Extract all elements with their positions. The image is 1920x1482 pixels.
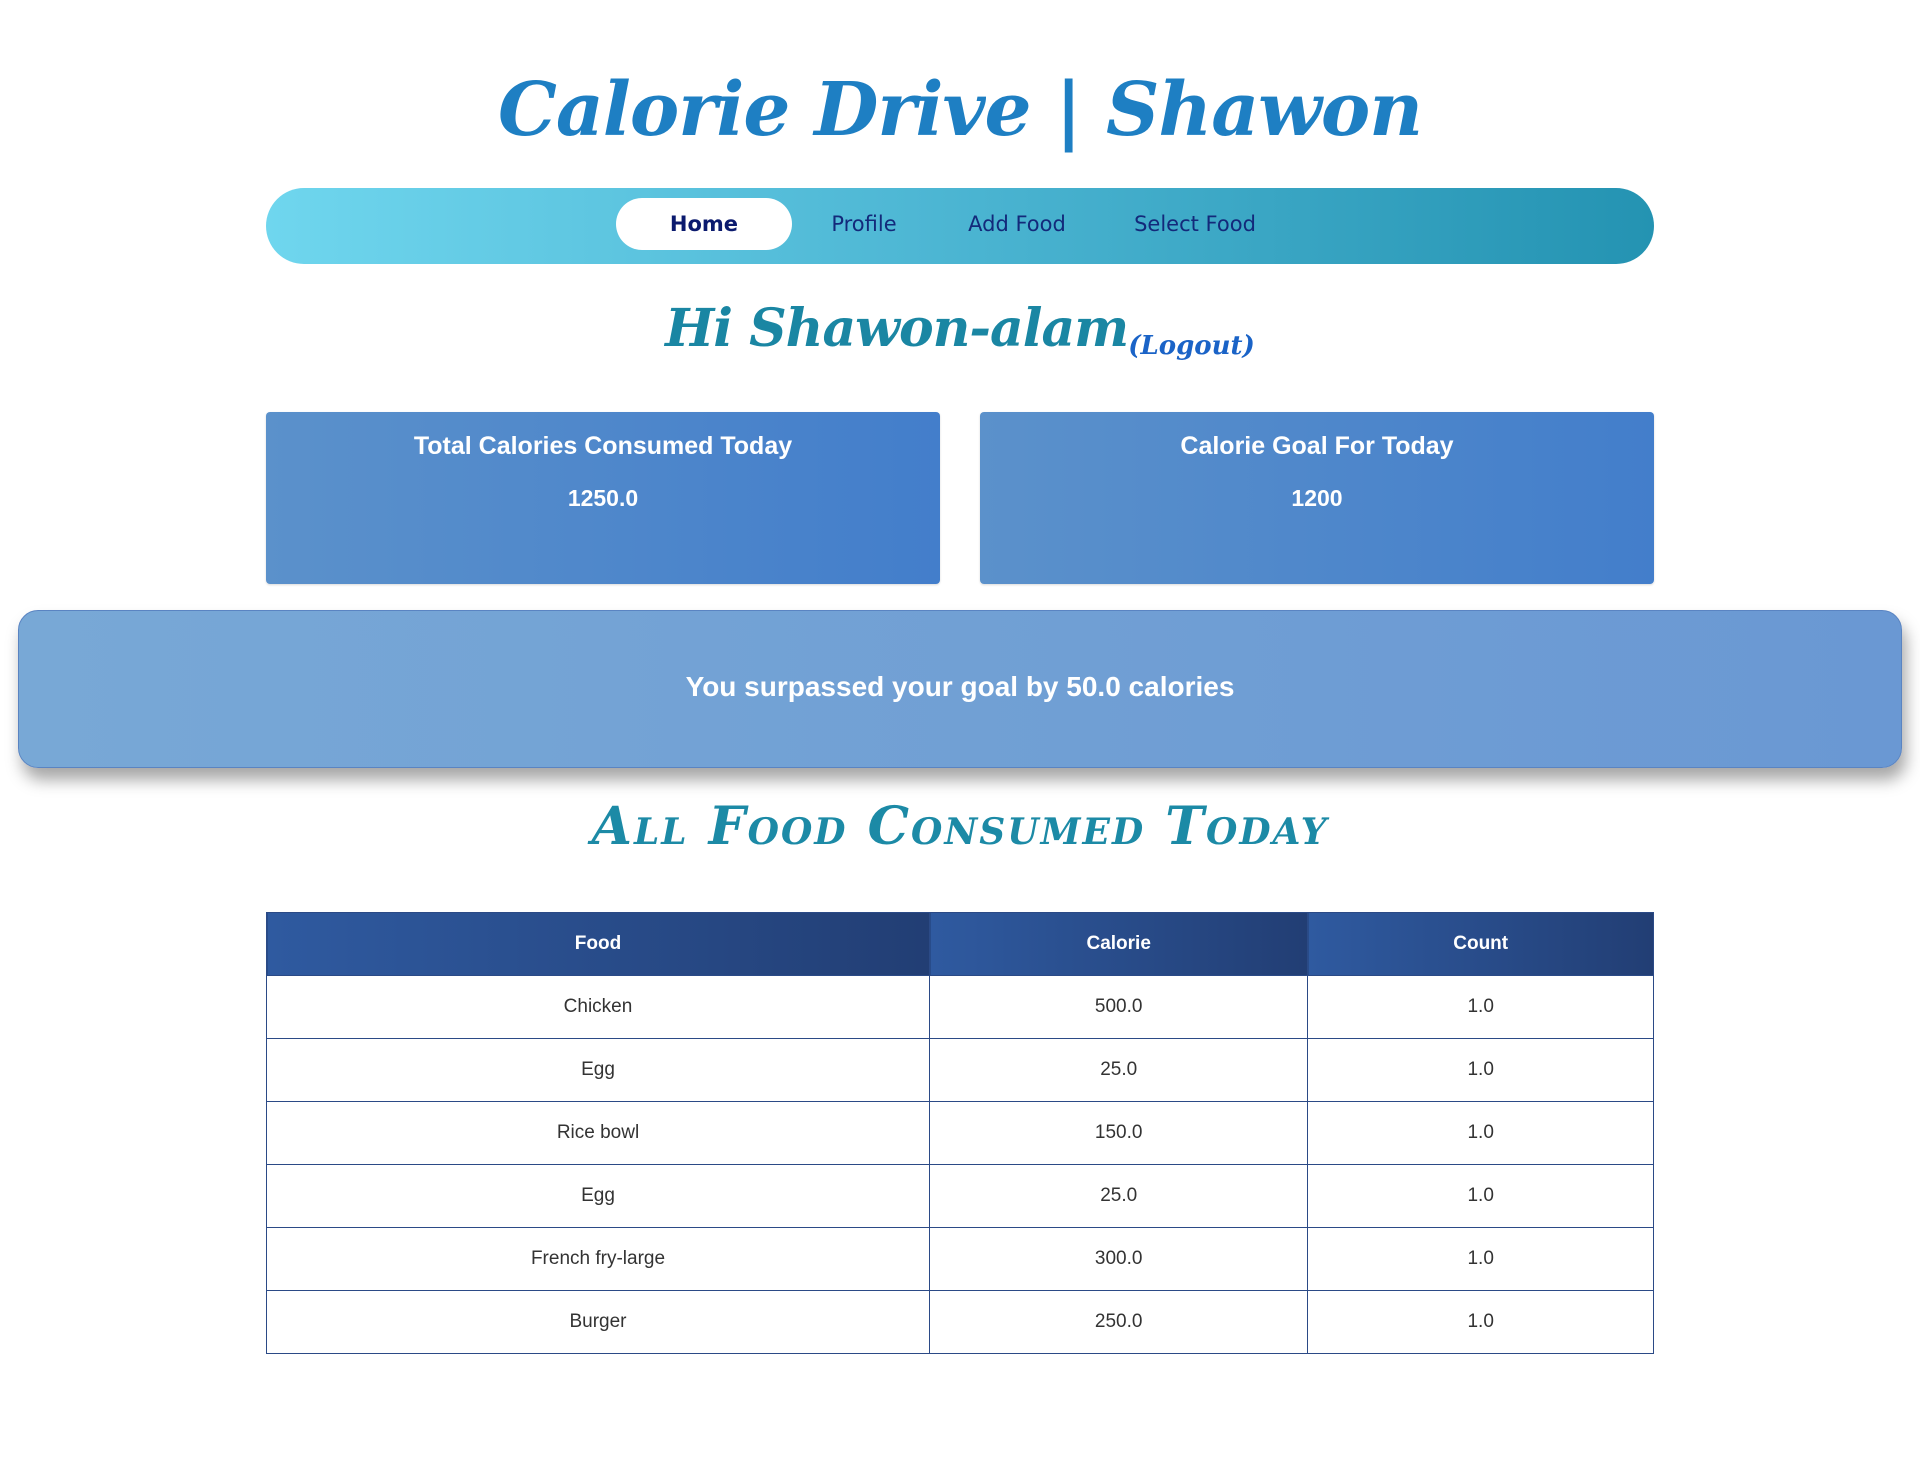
goal-value: 1200 bbox=[1291, 485, 1343, 511]
cell-count: 1.0 bbox=[1307, 1164, 1654, 1228]
navbar: Home Profile Add Food Select Food bbox=[266, 188, 1654, 264]
cell-calorie: 25.0 bbox=[929, 1164, 1309, 1228]
cell-count: 1.0 bbox=[1307, 1227, 1654, 1291]
consumed-card: Total Calories Consumed Today 1250.0 bbox=[266, 412, 940, 584]
column-header-count: Count bbox=[1307, 912, 1654, 976]
greeting-text: Hi Shawon-alam bbox=[665, 298, 1129, 359]
food-section-title: All Food Consumed Today bbox=[591, 796, 1329, 857]
logout-link[interactable]: (Logout) bbox=[1128, 331, 1255, 361]
nav-add-food[interactable]: Add Food bbox=[942, 198, 1092, 250]
cell-count: 1.0 bbox=[1307, 975, 1654, 1039]
table-row: Egg 25.0 1.0 bbox=[265, 1164, 1654, 1228]
cell-calorie: 300.0 bbox=[929, 1227, 1309, 1291]
cell-food: Burger bbox=[265, 1290, 931, 1354]
table-row: Rice bowl 150.0 1.0 bbox=[265, 1101, 1654, 1165]
cell-food: Rice bowl bbox=[265, 1101, 931, 1165]
cell-calorie: 250.0 bbox=[929, 1290, 1309, 1354]
consumed-label: Total Calories Consumed Today bbox=[413, 432, 793, 460]
cell-calorie: 500.0 bbox=[929, 975, 1309, 1039]
goal-label: Calorie Goal For Today bbox=[1180, 432, 1454, 460]
column-header-calorie: Calorie bbox=[929, 912, 1309, 976]
table-row: Egg 25.0 1.0 bbox=[265, 1038, 1654, 1102]
goal-card: Calorie Goal For Today 1200 bbox=[980, 412, 1654, 584]
cell-food: French fry-large bbox=[265, 1227, 931, 1291]
cell-food: Egg bbox=[265, 1038, 931, 1102]
cell-food: Chicken bbox=[265, 975, 931, 1039]
table-row: French fry-large 300.0 1.0 bbox=[265, 1227, 1654, 1291]
nav-profile[interactable]: Profile bbox=[800, 198, 928, 250]
nav-select-food[interactable]: Select Food bbox=[1106, 198, 1284, 250]
cell-calorie: 150.0 bbox=[929, 1101, 1309, 1165]
column-header-food: Food bbox=[265, 912, 931, 976]
cell-count: 1.0 bbox=[1307, 1290, 1654, 1354]
cell-food: Egg bbox=[265, 1164, 931, 1228]
site-title: Calorie Drive | Shawon bbox=[497, 67, 1423, 153]
nav-home[interactable]: Home bbox=[616, 198, 792, 250]
goal-alert-banner: You surpassed your goal by 50.0 calories bbox=[18, 610, 1902, 768]
cell-count: 1.0 bbox=[1307, 1038, 1654, 1102]
food-table: Food Calorie Count Chicken 500.0 1.0 Egg… bbox=[265, 912, 1654, 1354]
consumed-value: 1250.0 bbox=[567, 485, 639, 511]
cell-calorie: 25.0 bbox=[929, 1038, 1309, 1102]
table-header-row: Food Calorie Count bbox=[265, 912, 1654, 976]
greeting: Hi Shawon-alam(Logout) bbox=[0, 298, 1920, 361]
page: Calorie Drive | Shawon Home Profile Add … bbox=[0, 0, 1920, 1482]
table-row: Burger 250.0 1.0 bbox=[265, 1290, 1654, 1354]
table-row: Chicken 500.0 1.0 bbox=[265, 975, 1654, 1039]
cell-count: 1.0 bbox=[1307, 1101, 1654, 1165]
